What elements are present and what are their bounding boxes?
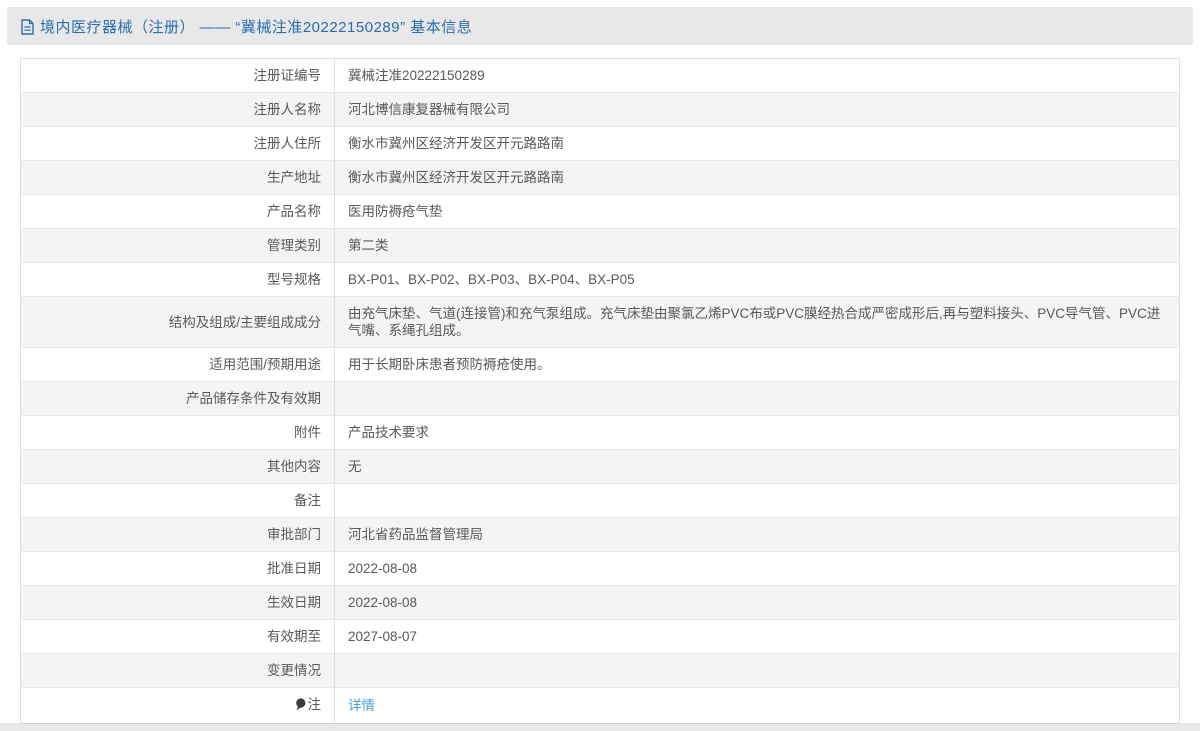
- row-label: 型号规格: [20, 262, 335, 297]
- row-label: 注册人住所: [20, 126, 335, 161]
- table-row: 有效期至 2027-08-07: [20, 619, 1180, 654]
- row-label: 批准日期: [20, 551, 335, 586]
- row-label: 注册人名称: [20, 92, 335, 127]
- table-row: 注册人名称 河北博信康复器械有限公司: [20, 92, 1180, 127]
- bulb-icon: [295, 698, 306, 715]
- document-icon: [20, 18, 35, 35]
- row-value: 冀械注准20222150289: [348, 68, 485, 83]
- row-value: [334, 483, 1180, 518]
- row-value: 河北省药品监督管理局: [334, 517, 1180, 552]
- table-row: 生效日期 2022-08-08: [20, 585, 1180, 620]
- row-value: 无: [334, 449, 1180, 484]
- row-label: 有效期至: [20, 619, 335, 654]
- row-value: 第二类: [334, 228, 1180, 263]
- row-value: 衡水市冀州区经济开发区开元路路南: [334, 126, 1180, 161]
- row-label: 产品储存条件及有效期: [20, 381, 335, 416]
- row-value: 医用防褥疮气垫: [334, 194, 1180, 229]
- row-label: 附件: [20, 415, 335, 450]
- row-label: 其他内容: [20, 449, 335, 484]
- table-row: 管理类别 第二类: [20, 228, 1180, 263]
- page-header: 境内医疗器械（注册） —— “冀械注准20222150289” 基本信息: [7, 7, 1193, 45]
- table-row: 生产地址 衡水市冀州区经济开发区开元路路南: [20, 160, 1180, 195]
- row-label: 生产地址: [20, 160, 335, 195]
- content-card: 境内医疗器械（注册） —— “冀械注准20222150289” 基本信息 注册证…: [0, 0, 1200, 724]
- row-value: BX-P01、BX-P02、BX-P03、BX-P04、BX-P05: [334, 262, 1180, 297]
- table-row: 审批部门 河北省药品监督管理局: [20, 517, 1180, 552]
- row-label: 管理类别: [20, 228, 335, 263]
- row-label: 产品名称: [20, 194, 335, 229]
- table-row: 结构及组成/主要组成成分 由充气床垫、气道(连接管)和充气泵组成。充气床垫由聚氯…: [20, 296, 1180, 348]
- table-container: 注册证编号 冀械注准20222150289 注册人名称 河北博信康复器械有限公司…: [0, 45, 1200, 724]
- row-value: 河北博信康复器械有限公司: [334, 92, 1180, 127]
- table-row: 其他内容 无: [20, 449, 1180, 484]
- row-label: 结构及组成/主要组成成分: [20, 296, 335, 348]
- row-value: 2022-08-08: [334, 585, 1180, 620]
- row-value: 衡水市冀州区经济开发区开元路路南: [334, 160, 1180, 195]
- table-row: 产品名称 医用防褥疮气垫: [20, 194, 1180, 229]
- row-value: [334, 653, 1180, 688]
- row-label: 适用范围/预期用途: [20, 347, 335, 382]
- row-label: 注: [20, 687, 335, 724]
- table-row: 批准日期 2022-08-08: [20, 551, 1180, 586]
- row-value: [334, 381, 1180, 416]
- row-label: 审批部门: [20, 517, 335, 552]
- table-row: 注 详情: [20, 687, 1180, 724]
- row-value: 2022-08-08: [334, 551, 1180, 586]
- table-row: 附件 产品技术要求: [20, 415, 1180, 450]
- table-row: 注册证编号 冀械注准20222150289: [20, 58, 1180, 93]
- details-link[interactable]: 详情: [348, 698, 375, 713]
- page-title: 境内医疗器械（注册） —— “冀械注准20222150289” 基本信息: [40, 18, 473, 36]
- row-value: 用于长期卧床患者预防褥疮使用。: [334, 347, 1180, 382]
- table-row: 型号规格 BX-P01、BX-P02、BX-P03、BX-P04、BX-P05: [20, 262, 1180, 297]
- table-row: 备注: [20, 483, 1180, 518]
- row-value: 详情: [334, 687, 1180, 724]
- table-body: 注册证编号 冀械注准20222150289 注册人名称 河北博信康复器械有限公司…: [20, 58, 1180, 724]
- row-value: 由充气床垫、气道(连接管)和充气泵组成。充气床垫由聚氯乙烯PVC布或PVC膜经热…: [334, 296, 1180, 348]
- registration-info-table: 注册证编号 冀械注准20222150289 注册人名称 河北博信康复器械有限公司…: [20, 58, 1180, 724]
- row-label: 注册证编号: [20, 58, 335, 93]
- row-value: 2027-08-07: [334, 619, 1180, 654]
- table-row: 注册人住所 衡水市冀州区经济开发区开元路路南: [20, 126, 1180, 161]
- row-label: 生效日期: [20, 585, 335, 620]
- table-row: 适用范围/预期用途 用于长期卧床患者预防褥疮使用。: [20, 347, 1180, 382]
- row-label: 备注: [20, 483, 335, 518]
- row-label: 变更情况: [20, 653, 335, 688]
- table-row: 产品储存条件及有效期: [20, 381, 1180, 416]
- row-value: 产品技术要求: [334, 415, 1180, 450]
- table-row: 变更情况: [20, 653, 1180, 688]
